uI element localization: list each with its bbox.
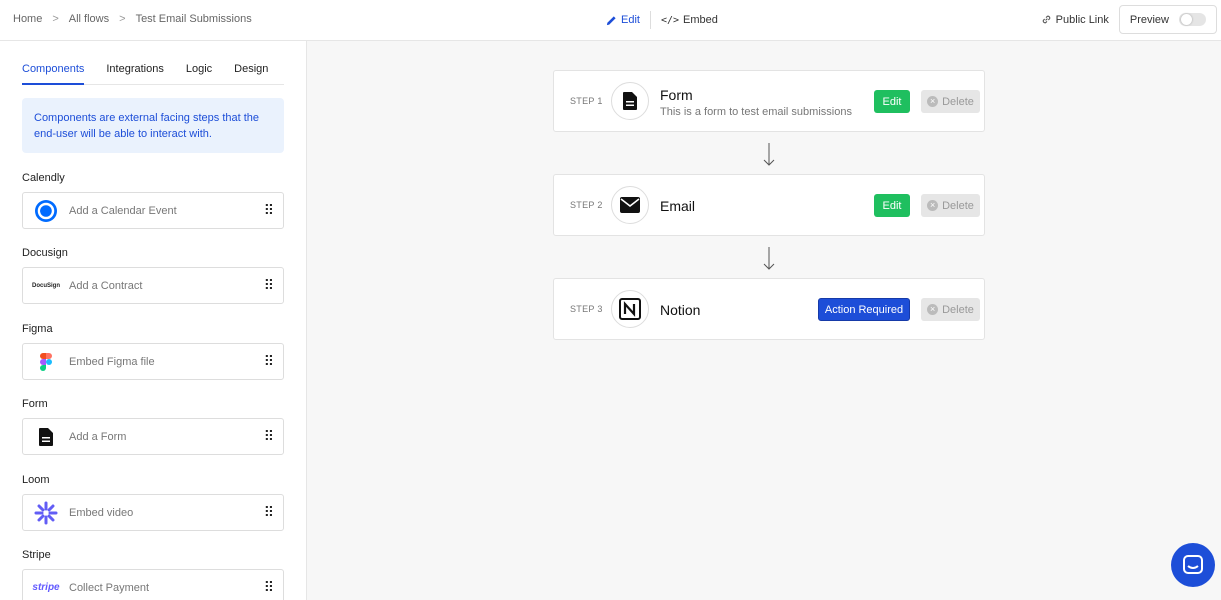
component-form[interactable]: Add a Form ⠿ [22, 418, 284, 455]
drag-handle-icon[interactable]: ⠿ [264, 277, 274, 294]
section-figma: Figma Embed Figma file ⠿ [22, 323, 284, 380]
code-icon: </> [660, 14, 680, 26]
section-loom: Loom Embed video ⠿ [22, 474, 284, 531]
component-label: Add a Contract [69, 279, 143, 292]
breadcrumb: Home > All flows > Test Email Submission… [13, 13, 252, 25]
pencil-icon [606, 15, 616, 25]
drag-handle-icon[interactable]: ⠿ [264, 353, 274, 370]
preview-control: Preview [1118, 5, 1217, 34]
components-info: Components are external facing steps tha… [22, 98, 284, 153]
component-loom[interactable]: Embed video ⠿ [22, 494, 284, 531]
envelope-icon [611, 186, 649, 224]
tab-design[interactable]: Design [234, 63, 268, 85]
edit-step-button[interactable]: Edit [874, 194, 910, 217]
calendly-icon [33, 198, 59, 224]
component-docusign[interactable]: DocuSign Add a Contract ⠿ [22, 267, 284, 304]
component-calendly[interactable]: Add a Calendar Event ⠿ [22, 192, 284, 229]
component-label: Collect Payment [69, 581, 150, 594]
notion-icon [611, 290, 649, 328]
step-title: Form [660, 87, 693, 103]
tab-divider [649, 11, 651, 29]
section-stripe: Stripe stripe Collect Payment ⠿ [22, 549, 284, 600]
delete-label: Delete [942, 199, 974, 212]
figma-icon [33, 349, 59, 375]
sidebar-tabs: Components Integrations Logic Design [22, 63, 284, 85]
preview-label: Preview [1129, 13, 1169, 26]
tab-embed[interactable]: </> Embed [661, 14, 718, 26]
step-title: Email [660, 198, 696, 214]
chat-icon [1183, 555, 1203, 574]
section-title: Docusign [22, 247, 68, 259]
step-card-form[interactable]: STEP 1 Form This is a form to test email… [553, 70, 985, 132]
component-figma[interactable]: Embed Figma file ⠿ [22, 343, 284, 380]
chat-support-button[interactable] [1171, 543, 1215, 587]
preview-toggle[interactable] [1179, 13, 1206, 26]
section-title: Calendly [22, 172, 65, 184]
section-title: Form [22, 398, 48, 410]
tab-embed-label: Embed [683, 14, 718, 26]
close-circle-icon: × [927, 304, 939, 315]
drag-handle-icon[interactable]: ⠿ [264, 202, 274, 219]
component-label: Add a Form [69, 430, 127, 443]
toggle-knob [1181, 14, 1192, 25]
sidebar: Components Integrations Logic Design Com… [0, 41, 307, 600]
step-description: This is a form to test email submissions [660, 106, 852, 118]
edit-step-button[interactable]: Edit [874, 90, 910, 113]
close-circle-icon: × [927, 96, 939, 107]
breadcrumb-current: Test Email Submissions [135, 13, 252, 25]
delete-step-button[interactable]: × Delete [921, 298, 980, 321]
section-docusign: Docusign DocuSign Add a Contract ⠿ [22, 247, 284, 304]
link-icon [1042, 15, 1050, 24]
tab-edit[interactable]: Edit [606, 14, 640, 26]
form-icon [611, 82, 649, 120]
docusign-logo-text: DocuSign [32, 282, 60, 289]
close-circle-icon: × [927, 200, 939, 211]
form-icon [33, 424, 59, 450]
delete-step-button[interactable]: × Delete [921, 194, 980, 217]
loom-icon [33, 500, 59, 526]
docusign-icon: DocuSign [32, 273, 60, 299]
section-form: Form Add a Form ⠿ [22, 398, 284, 455]
mode-tabs: Edit </> Embed [606, 11, 718, 29]
step-card-notion[interactable]: STEP 3 Notion Action Required × Delete [553, 278, 985, 340]
section-title: Loom [22, 474, 50, 486]
tab-edit-label: Edit [621, 14, 640, 26]
tab-components[interactable]: Components [22, 63, 85, 85]
stripe-icon: stripe [32, 575, 60, 600]
breadcrumb-home[interactable]: Home [13, 13, 42, 25]
stripe-logo-text: stripe [32, 582, 60, 593]
top-bar: Home > All flows > Test Email Submission… [0, 0, 1221, 41]
section-title: Figma [22, 323, 53, 335]
component-stripe[interactable]: stripe Collect Payment ⠿ [22, 569, 284, 600]
public-link-label: Public Link [1055, 13, 1109, 26]
step-card-email[interactable]: STEP 2 Email Edit × Delete [553, 174, 985, 236]
header-actions: Public Link Preview [1041, 5, 1217, 34]
step-number: STEP 3 [570, 304, 603, 314]
delete-label: Delete [942, 95, 974, 108]
component-label: Add a Calendar Event [69, 204, 177, 217]
drag-handle-icon[interactable]: ⠿ [264, 504, 274, 521]
chevron-right-icon: > [119, 13, 126, 25]
component-label: Embed Figma file [69, 355, 155, 368]
chevron-right-icon: > [52, 13, 59, 25]
delete-step-button[interactable]: × Delete [921, 90, 980, 113]
breadcrumb-all-flows[interactable]: All flows [69, 13, 109, 25]
section-title: Stripe [22, 549, 51, 561]
arrow-down-icon [763, 143, 775, 166]
tab-integrations[interactable]: Integrations [106, 63, 163, 85]
public-link-button[interactable]: Public Link [1041, 14, 1109, 26]
tab-logic[interactable]: Logic [186, 63, 212, 85]
section-calendly: Calendly Add a Calendar Event ⠿ [22, 172, 284, 229]
delete-label: Delete [942, 303, 974, 316]
step-number: STEP 1 [570, 96, 603, 106]
step-title: Notion [660, 302, 701, 318]
action-required-button[interactable]: Action Required [818, 298, 910, 321]
step-number: STEP 2 [570, 200, 603, 210]
component-label: Embed video [69, 506, 134, 519]
drag-handle-icon[interactable]: ⠿ [264, 579, 274, 596]
drag-handle-icon[interactable]: ⠿ [264, 428, 274, 445]
arrow-down-icon [763, 247, 775, 270]
